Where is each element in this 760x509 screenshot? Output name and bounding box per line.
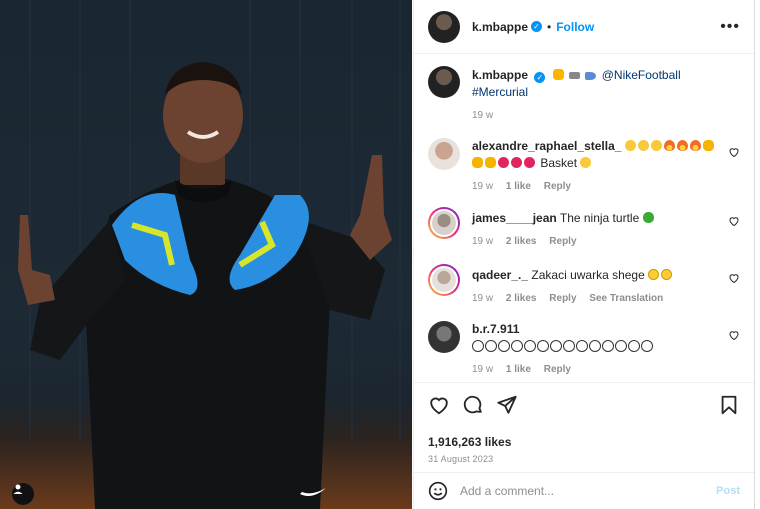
post-panel: k.mbappe ✓ • Follow ••• k.mbappe ✓ @Nike… [413, 0, 755, 509]
caption-username[interactable]: k.mbappe [472, 68, 528, 82]
hashtag-link[interactable]: #Mercurial [472, 85, 528, 99]
commenter-avatar[interactable] [428, 264, 460, 296]
reply-button[interactable]: Reply [544, 181, 571, 192]
comment-text: Zakaci uwarka shege [531, 268, 645, 282]
comment-composer: Post [414, 472, 754, 509]
commenter-avatar[interactable] [428, 138, 460, 170]
smile-emoji-icon [661, 269, 673, 280]
comment-row: qadeer_._ Zakaci uwarka shege 19 w 2 lik… [428, 264, 740, 307]
post-image[interactable] [0, 0, 412, 509]
comment-text: Basket [540, 156, 578, 170]
red-heart-emoji-icon [524, 157, 535, 168]
user-icon [13, 484, 23, 494]
tagged-user-button[interactable] [12, 483, 34, 505]
like-count[interactable]: 1,916,263 likes [428, 435, 740, 449]
see-translation-button[interactable]: See Translation [589, 293, 663, 304]
clap-emoji-icon [472, 157, 483, 168]
like-comment-heart-icon[interactable] [728, 215, 740, 227]
comment-likes[interactable]: 1 like [506, 181, 531, 192]
commenter-avatar[interactable] [428, 321, 460, 353]
post-comment-button[interactable]: Post [716, 485, 740, 497]
turtle-emoji-icon [642, 212, 654, 223]
commenter-username[interactable]: qadeer_._ [472, 268, 528, 282]
smile-emoji-icon [648, 269, 660, 280]
reply-button[interactable]: Reply [549, 236, 576, 247]
caption: k.mbappe ✓ @NikeFootball #Mercurial 19 w [428, 66, 740, 124]
commenter-username[interactable]: b.r.7.911 [472, 322, 519, 336]
caption-time[interactable]: 19 w [472, 110, 493, 121]
comment-likes[interactable]: 1 like [506, 364, 531, 375]
rocket-emoji-icon [585, 72, 597, 80]
fire-emoji-icon [663, 140, 675, 151]
comment-time[interactable]: 19 w [472, 364, 493, 375]
verified-icon: ✓ [534, 72, 546, 83]
follow-button[interactable]: Follow [556, 20, 594, 34]
emoji-icon[interactable] [428, 481, 448, 501]
comment-icon[interactable] [462, 394, 484, 416]
red-heart-emoji-icon [498, 157, 509, 168]
commenter-username[interactable]: james____jean [472, 211, 557, 225]
comment-likes[interactable]: 2 likes [506, 293, 537, 304]
reply-button[interactable]: Reply [549, 293, 576, 304]
share-icon[interactable] [496, 394, 518, 416]
comment-row: alexandre_raphael_stella_ Basket 19 w 1 … [428, 138, 740, 195]
reply-button[interactable]: Reply [544, 364, 571, 375]
comment-time[interactable]: 19 w [472, 293, 493, 304]
comment-likes[interactable]: 2 likes [506, 236, 537, 247]
post-actions: 1,916,263 likes 31 August 2023 [414, 382, 754, 464]
post-photo-illustration [18, 0, 401, 509]
comment-time[interactable]: 19 w [472, 236, 493, 247]
clap-emoji-icon [702, 140, 714, 151]
red-heart-emoji-icon [511, 157, 522, 168]
laugh-emoji-icon [580, 157, 592, 168]
mention-link[interactable]: @NikeFootball [602, 68, 681, 82]
caption-avatar[interactable] [428, 66, 460, 98]
comment-row: james____jean The ninja turtle 19 w 2 li… [428, 207, 740, 250]
comment-time[interactable]: 19 w [472, 181, 493, 192]
like-comment-heart-icon[interactable] [728, 272, 740, 284]
laugh-emoji-icon [650, 140, 662, 151]
clap-emoji-icon [485, 157, 496, 168]
comment-row: b.r.7.911 19 w 1 like Reply [428, 321, 740, 378]
comment-circles [472, 339, 654, 353]
post-date[interactable]: 31 August 2023 [428, 454, 740, 464]
separator-dot: • [547, 19, 552, 34]
add-comment-input[interactable] [460, 484, 717, 498]
bookmark-icon[interactable] [718, 394, 740, 416]
more-options-icon[interactable]: ••• [720, 18, 740, 36]
fire-emoji-icon [689, 140, 701, 151]
laugh-emoji-icon [624, 140, 636, 151]
fire-emoji-icon [676, 140, 688, 151]
author-username[interactable]: k.mbappe [472, 20, 528, 34]
commenter-avatar[interactable] [428, 207, 460, 239]
commenter-username[interactable]: alexandre_raphael_stella_ [472, 139, 621, 153]
post-header: k.mbappe ✓ • Follow ••• [414, 0, 754, 54]
comment-text: The ninja turtle [559, 211, 640, 225]
shoe-emoji-icon [569, 72, 581, 79]
author-avatar[interactable] [428, 10, 460, 43]
like-comment-heart-icon[interactable] [728, 329, 740, 341]
heart-icon[interactable] [428, 394, 450, 416]
comments-list[interactable]: k.mbappe ✓ @NikeFootball #Mercurial 19 w [414, 54, 754, 381]
laugh-emoji-icon [637, 140, 649, 151]
star-struck-emoji-icon [552, 69, 564, 80]
verified-icon: ✓ [531, 21, 543, 32]
like-comment-heart-icon[interactable] [728, 146, 740, 158]
